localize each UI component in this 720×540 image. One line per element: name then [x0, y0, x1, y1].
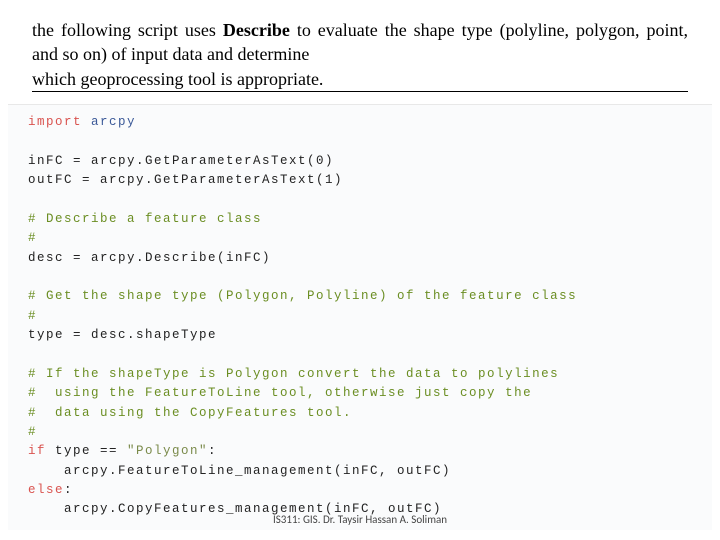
code-line: type == — [46, 444, 127, 458]
code-comment: # data using the CopyFeatures tool. — [28, 406, 352, 420]
code-block: import arcpy inFC = arcpy.GetParameterAs… — [8, 104, 712, 530]
code-string: "Polygon" — [127, 444, 208, 458]
intro-bold: Describe — [223, 20, 297, 40]
intro-text-3: which geoprocessing tool is appropriate. — [32, 67, 688, 92]
code-line: desc = arcpy.Describe(inFC) — [28, 251, 271, 265]
code-comment: # Describe a feature class — [28, 212, 262, 226]
code-comment: # — [28, 231, 37, 245]
code-line: inFC = arcpy.GetParameterAsText(0) — [28, 154, 334, 168]
slide-footer: IS311: GIS. Dr. Taysir Hassan A. Soliman — [0, 513, 720, 526]
code-kw-import: import — [28, 115, 82, 129]
intro-text-1: the following script uses — [32, 20, 223, 40]
code-kw-else: else — [28, 483, 64, 497]
intro-paragraph: the following script uses Describe to ev… — [0, 0, 720, 100]
code-comment: # Get the shape type (Polygon, Polyline)… — [28, 289, 577, 303]
code-mod-arcpy: arcpy — [82, 115, 136, 129]
code-line: arcpy.FeatureToLine_management(inFC, out… — [28, 464, 451, 478]
code-line: : — [64, 483, 73, 497]
code-line: : — [208, 444, 217, 458]
code-comment: # — [28, 309, 37, 323]
code-line: type = desc.shapeType — [28, 328, 217, 342]
code-comment: # — [28, 425, 37, 439]
code-kw-if: if — [28, 444, 46, 458]
code-comment: # using the FeatureToLine tool, otherwis… — [28, 386, 532, 400]
code-line: outFC = arcpy.GetParameterAsText(1) — [28, 173, 343, 187]
code-comment: # If the shapeType is Polygon convert th… — [28, 367, 559, 381]
